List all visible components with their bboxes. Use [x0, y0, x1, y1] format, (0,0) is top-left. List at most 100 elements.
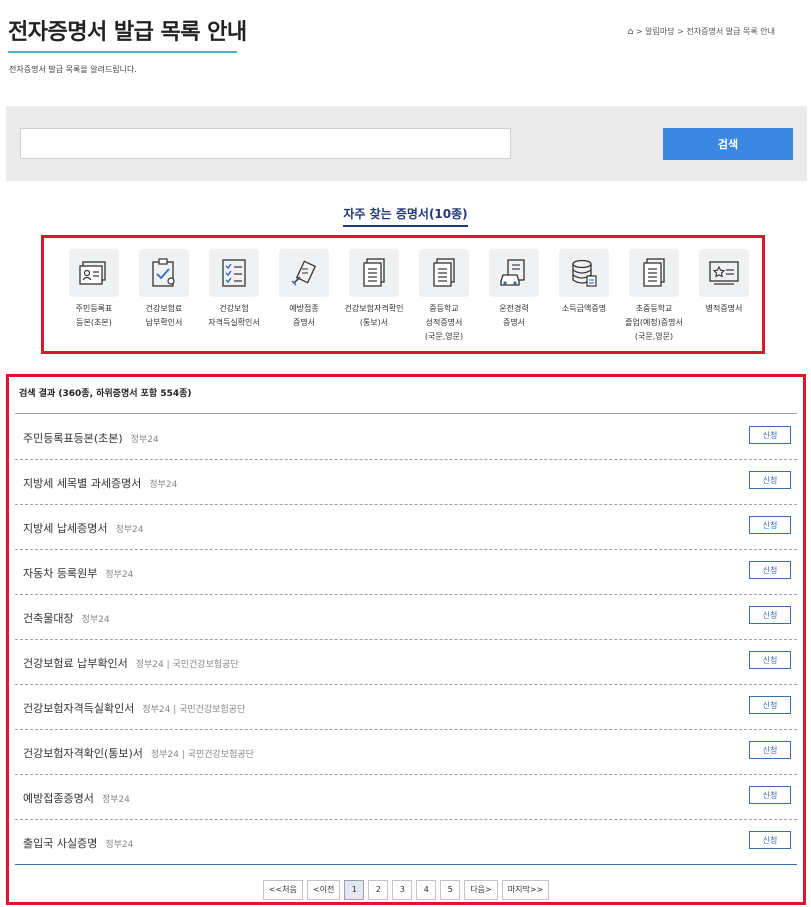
search-input[interactable]: [20, 128, 511, 159]
favorite-item-label: 건강보험자격확인 (통보)서: [344, 304, 404, 327]
apply-button[interactable]: 신청: [749, 426, 791, 444]
result-row: 건강보험료 납부확인서 정부24 | 국민건강보험공단 신청: [15, 639, 797, 685]
search-panel: 검색: [6, 106, 807, 181]
apply-button[interactable]: 신청: [749, 741, 791, 759]
result-row-org: 정부24: [81, 615, 110, 625]
result-row-title: 건강보험자격확인(통보)서 정부24 | 국민건강보험공단: [23, 745, 254, 761]
result-row-name: 건강보험자격확인(통보)서: [23, 747, 143, 760]
result-row-title: 지방세 납세증명서 정부24: [23, 520, 143, 536]
result-row: 주민등록표등본(초본) 정부24 신청: [15, 414, 797, 460]
page-number-button[interactable]: 2: [368, 880, 389, 900]
page-number-button[interactable]: 5: [440, 880, 461, 900]
result-row: 출입국 사실증명 정부24 신청: [15, 819, 797, 865]
id-card-icon: [69, 249, 119, 297]
favorite-item-label: 건강보험료 납부확인서: [145, 304, 183, 327]
page-title: 전자증명서 발급 목록 안내: [8, 20, 247, 45]
favorites-title: 자주 찾는 증명서(10종): [0, 205, 811, 227]
favorite-item-label: 병적증명서: [705, 304, 743, 313]
page-number-button[interactable]: 1: [344, 880, 365, 900]
result-row-name: 건강보험자격득실확인서: [23, 702, 135, 715]
apply-button[interactable]: 신청: [749, 516, 791, 534]
pagination: <<처음 <이전 12345 다음> 마지막>>: [9, 880, 803, 900]
favorite-item[interactable]: 건강보험료 납부확인서: [129, 249, 199, 330]
apply-button[interactable]: 신청: [749, 561, 791, 579]
favorite-item[interactable]: 소득금액증명: [549, 249, 619, 316]
certificate-icon: [699, 249, 749, 297]
result-row: 지방세 세목별 과세증명서 정부24 신청: [15, 459, 797, 505]
document-icon: [349, 249, 399, 297]
result-row-name: 지방세 세목별 과세증명서: [23, 477, 142, 490]
results-box: 검색 결과 (360종, 하위증명서 포함 554종) 주민등록표등본(초본) 정…: [6, 374, 806, 905]
apply-button[interactable]: 신청: [749, 651, 791, 669]
page-number-button[interactable]: 4: [416, 880, 437, 900]
result-row-title: 출입국 사실증명 정부24: [23, 835, 133, 851]
page-first-button[interactable]: <<처음: [262, 880, 303, 900]
apply-button[interactable]: 신청: [749, 831, 791, 849]
result-row-title: 주민등록표등본(초본) 정부24: [23, 430, 159, 446]
result-row: 건강보험자격확인(통보)서 정부24 | 국민건강보험공단 신청: [15, 729, 797, 775]
result-row-title: 건축물대장 정부24: [23, 610, 110, 626]
result-row-org: 정부24: [130, 435, 159, 445]
favorite-item[interactable]: 주민등록표 등본(초본): [59, 249, 129, 330]
favorite-item-label: 주민등록표 등본(초본): [75, 304, 113, 327]
result-row-title: 지방세 세목별 과세증명서 정부24: [23, 475, 177, 491]
result-row-name: 예방접종증명서: [23, 792, 94, 805]
result-row-title: 자동차 등록원부 정부24: [23, 565, 133, 581]
result-row-name: 지방세 납세증명서: [23, 522, 108, 535]
result-row-name: 건강보험료 납부확인서: [23, 657, 128, 670]
result-row-name: 자동차 등록원부: [23, 567, 98, 580]
result-row-org: 정부24: [105, 570, 134, 580]
favorite-item[interactable]: 운전경력 증명서: [479, 249, 549, 330]
breadcrumb-text[interactable]: > 알림마당 > 전자증명서 발급 목록 안내: [636, 27, 775, 36]
favorites-title-text: 자주 찾는 증명서(10종): [343, 207, 468, 227]
breadcrumb: ⌂ > 알림마당 > 전자증명서 발급 목록 안내: [628, 26, 775, 37]
results-header: 검색 결과 (360종, 하위증명서 포함 554종): [19, 389, 192, 399]
favorites-box: 주민등록표 등본(초본) 건강보험료 납부확인서 건강보험 자격득실확인서 예방접종 …: [41, 235, 765, 354]
coins-icon: [559, 249, 609, 297]
apply-button[interactable]: 신청: [749, 606, 791, 624]
result-row-title: 건강보험자격득실확인서 정부24 | 국민건강보험공단: [23, 700, 245, 716]
page-prev-button[interactable]: <이전: [306, 880, 341, 900]
result-row-org: 정부24 | 국민건강보험공단: [135, 660, 239, 670]
document-icon: [419, 249, 469, 297]
result-row-org: 정부24: [105, 840, 134, 850]
result-row-org: 정부24 | 국민건강보험공단: [150, 750, 254, 760]
result-row: 자동차 등록원부 정부24 신청: [15, 549, 797, 595]
apply-button[interactable]: 신청: [749, 471, 791, 489]
favorite-item[interactable]: 중등학교 성적증명서 (국문,영문): [409, 249, 479, 344]
result-row-org: 정부24: [101, 795, 130, 805]
page-number-button[interactable]: 3: [392, 880, 413, 900]
apply-button[interactable]: 신청: [749, 696, 791, 714]
favorite-item-label: 소득금액증명: [561, 304, 607, 313]
favorite-item-label: 운전경력 증명서: [499, 304, 529, 327]
result-row-org: 정부24 | 국민건강보험공단: [142, 705, 246, 715]
result-row-name: 출입국 사실증명: [23, 837, 98, 850]
syringe-icon: [279, 249, 329, 297]
result-row-name: 주민등록표등본(초본): [23, 432, 123, 445]
title-underline: [8, 51, 237, 53]
result-row: 지방세 납세증명서 정부24 신청: [15, 504, 797, 550]
favorite-item[interactable]: 초중등학교 졸업(예정)증명서 (국문,영문): [619, 249, 689, 344]
document-icon: [629, 249, 679, 297]
favorite-item[interactable]: 병적증명서: [689, 249, 759, 316]
result-row: 건축물대장 정부24 신청: [15, 594, 797, 640]
favorite-item[interactable]: 건강보험 자격득실확인서: [199, 249, 269, 330]
favorite-item[interactable]: 건강보험자격확인 (통보)서: [339, 249, 409, 330]
favorite-item[interactable]: 예방접종 증명서: [269, 249, 339, 330]
page-next-button[interactable]: 다음>: [464, 880, 498, 900]
favorite-item-label: 건강보험 자격득실확인서: [208, 304, 260, 327]
result-row-org: 정부24: [115, 525, 144, 535]
apply-button[interactable]: 신청: [749, 786, 791, 804]
page-subtitle: 전자증명서 발급 목록을 알려드립니다.: [9, 65, 137, 74]
result-row: 건강보험자격득실확인서 정부24 | 국민건강보험공단 신청: [15, 684, 797, 730]
favorite-item-label: 예방접종 증명서: [289, 304, 319, 327]
clipboard-check-icon: [139, 249, 189, 297]
car-document-icon: [489, 249, 539, 297]
favorite-item-label: 초중등학교 졸업(예정)증명서 (국문,영문): [625, 304, 683, 341]
result-row-title: 예방접종증명서 정부24: [23, 790, 130, 806]
home-icon[interactable]: ⌂: [628, 27, 634, 37]
page-last-button[interactable]: 마지막>>: [501, 880, 550, 900]
result-row-name: 건축물대장: [23, 612, 74, 625]
result-row-org: 정부24: [149, 480, 178, 490]
search-button[interactable]: 검색: [663, 128, 793, 160]
